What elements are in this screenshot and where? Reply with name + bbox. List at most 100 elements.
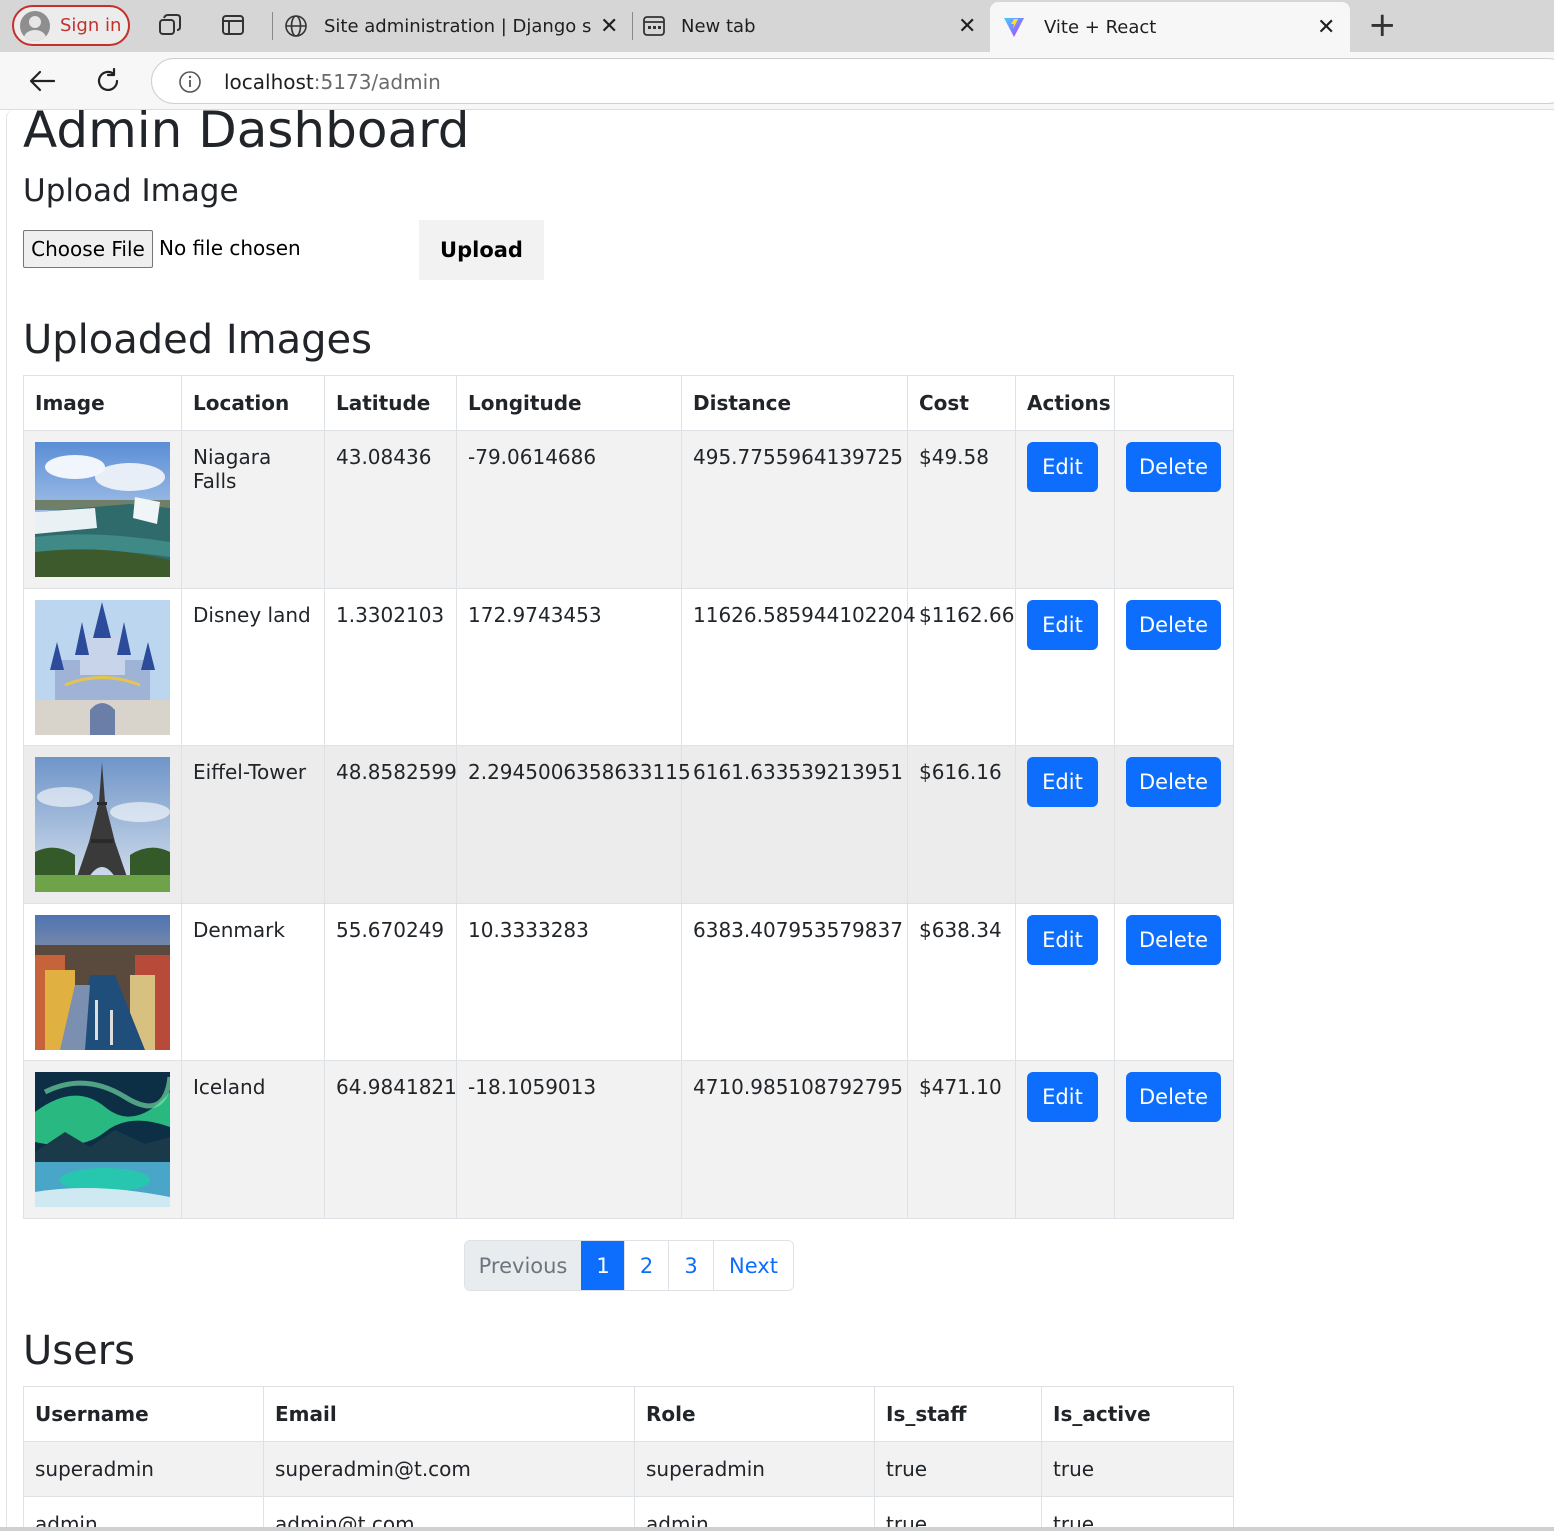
table-row: Disney land 1.3302103 172.9743453 11626.… [23, 587, 1234, 747]
edit-button[interactable]: Edit [1027, 442, 1098, 492]
location-cell: Disney land [181, 587, 325, 747]
url-field[interactable]: localhost:5173/admin [151, 58, 1554, 104]
edit-cell: Edit [1015, 587, 1115, 747]
column-header-is-staff: Is_staff [874, 1386, 1042, 1442]
reload-icon[interactable] [91, 64, 125, 98]
edit-cell: Edit [1015, 430, 1115, 589]
delete-cell: Delete [1114, 1060, 1234, 1219]
delete-button[interactable]: Delete [1126, 914, 1221, 965]
eiffel-tower-photo [35, 757, 170, 893]
tab-actions-icon[interactable] [220, 12, 246, 38]
distance-cell: 6383.407953579837 [681, 902, 908, 1062]
longitude-cell: 172.9743453 [456, 587, 682, 747]
edit-cell: Edit [1015, 745, 1115, 904]
column-header-actions: Actions [1015, 375, 1115, 431]
tab-title: Site administration | Django site a [324, 15, 592, 37]
longitude-cell: 10.3333283 [456, 902, 682, 1062]
table-row: Denmark 55.670249 10.3333283 6383.407953… [23, 902, 1234, 1062]
castle-photo [35, 599, 170, 735]
page-button-2[interactable]: 2 [624, 1241, 668, 1290]
page-button-3[interactable]: 3 [668, 1241, 713, 1290]
vite-logo-icon [1004, 18, 1024, 37]
users-table: Username Email Role Is_staff Is_active s… [23, 1386, 1234, 1528]
image-cell [23, 745, 182, 904]
tab-divider [632, 12, 633, 40]
is-active-cell: true [1041, 1441, 1234, 1497]
delete-button[interactable]: Delete [1126, 442, 1221, 492]
browser-tab-bar: Sign in Site administration | Django sit… [0, 0, 1554, 52]
page-button-1[interactable]: 1 [581, 1241, 624, 1290]
harbor-town-photo [35, 914, 170, 1050]
url-text: localhost:5173/admin [224, 70, 441, 94]
previous-page-button[interactable]: Previous [465, 1241, 581, 1290]
horizontal-scrollbar[interactable] [0, 1527, 1554, 1531]
tab-divider [272, 12, 273, 40]
back-arrow-icon[interactable] [25, 64, 59, 98]
close-icon[interactable]: ✕ [958, 14, 976, 39]
sign-in-button[interactable]: Sign in [12, 5, 130, 46]
edit-button[interactable]: Edit [1027, 1072, 1098, 1123]
upload-button[interactable]: Upload [419, 220, 544, 280]
latitude-cell: 1.3302103 [324, 587, 457, 747]
sign-in-label: Sign in [60, 15, 122, 36]
location-cell: Iceland [181, 1060, 325, 1219]
site-info-icon[interactable] [178, 70, 202, 94]
choose-file-button[interactable]: Choose File [23, 230, 153, 268]
column-header-cost: Cost [907, 375, 1016, 431]
edit-button[interactable]: Edit [1027, 599, 1098, 650]
next-page-button[interactable]: Next [713, 1241, 793, 1290]
table-row: Iceland 64.9841821 -18.1059013 4710.9851… [23, 1060, 1234, 1219]
tab-new-tab[interactable]: New tab ✕ [642, 0, 987, 52]
longitude-cell: 2.2945006358633115 [456, 745, 691, 904]
latitude-cell: 64.9841821 [324, 1060, 457, 1219]
workspaces-icon[interactable] [157, 12, 183, 38]
latitude-cell: 43.08436 [324, 430, 457, 589]
username-cell: admin [23, 1496, 264, 1528]
upload-section-title: Upload Image [23, 173, 239, 209]
cost-cell: $471.10 [907, 1060, 1016, 1219]
table-row: admin admin@t.com admin true true [23, 1496, 1234, 1528]
waterfall-photo [35, 442, 170, 577]
tab-vite-react[interactable]: Vite + React ✕ [990, 2, 1350, 52]
delete-cell: Delete [1114, 587, 1234, 747]
delete-button[interactable]: Delete [1126, 1072, 1221, 1123]
cost-cell: $1162.66 [907, 587, 1016, 747]
globe-icon [285, 15, 307, 37]
column-header-latitude: Latitude [324, 375, 457, 431]
column-header-email: Email [263, 1386, 635, 1442]
tab-title: Vite + React [1044, 16, 1157, 38]
edit-button[interactable]: Edit [1027, 914, 1098, 965]
distance-cell: 4710.985108792795 [681, 1060, 908, 1219]
distance-cell: 11626.585944102204 [681, 587, 916, 747]
column-header-role: Role [634, 1386, 875, 1442]
avatar-icon [20, 10, 50, 41]
is-staff-cell: true [874, 1496, 1042, 1528]
table-row: superadmin superadmin@t.com superadmin t… [23, 1441, 1234, 1497]
pagination: Previous 1 2 3 Next [464, 1240, 794, 1291]
is-staff-cell: true [874, 1441, 1042, 1497]
distance-cell: 6161.633539213951 [681, 745, 908, 904]
delete-button[interactable]: Delete [1126, 757, 1221, 808]
edit-button[interactable]: Edit [1027, 757, 1098, 808]
table-row: Niagara Falls 43.08436 -79.0614686 495.7… [23, 430, 1234, 589]
column-header-is-active: Is_active [1041, 1386, 1234, 1442]
tab-title: New tab [681, 15, 756, 37]
tab-django-admin[interactable]: Site administration | Django site a ✕ [282, 0, 632, 52]
delete-button[interactable]: Delete [1126, 599, 1221, 650]
image-cell [23, 587, 182, 747]
page-title: Admin Dashboard [23, 110, 470, 159]
table-header-row: Image Location Latitude Longitude Distan… [23, 375, 1234, 431]
close-icon[interactable]: ✕ [1317, 15, 1335, 40]
location-cell: Niagara Falls [181, 430, 325, 589]
close-icon[interactable]: ✕ [600, 14, 618, 39]
username-cell: superadmin [23, 1441, 264, 1497]
page-viewport: Admin Dashboard Upload Image Choose File… [6, 110, 1554, 1528]
edit-cell: Edit [1015, 1060, 1115, 1219]
address-bar-row: localhost:5173/admin [0, 52, 1554, 110]
delete-cell: Delete [1114, 902, 1234, 1062]
location-cell: Eiffel-Tower [181, 745, 325, 904]
new-tab-icon[interactable]: + [1368, 8, 1397, 42]
location-cell: Denmark [181, 902, 325, 1062]
image-cell [23, 1060, 182, 1219]
email-cell: superadmin@t.com [263, 1441, 635, 1497]
